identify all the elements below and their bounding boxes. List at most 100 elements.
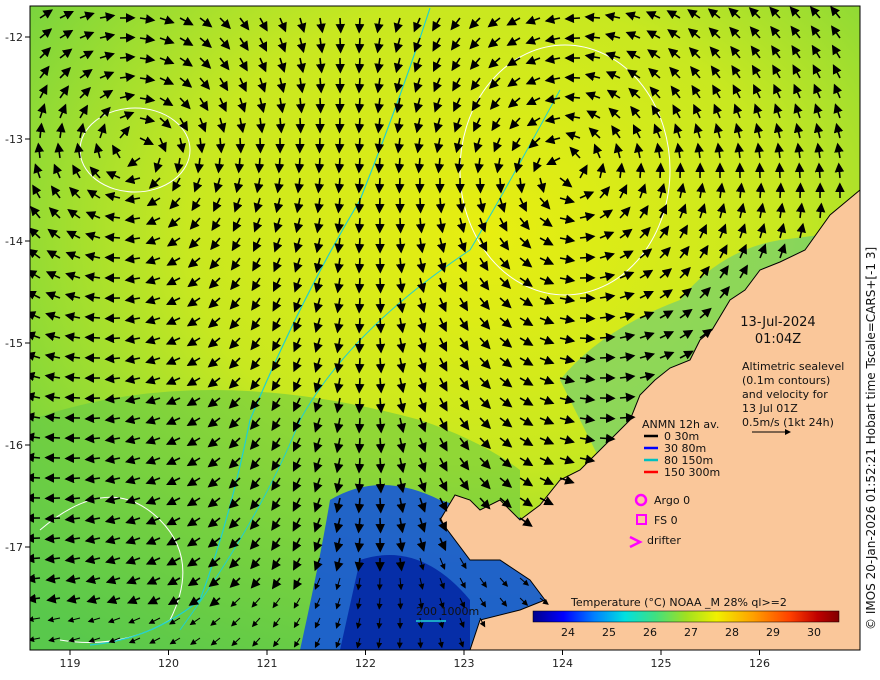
velocity-arrow: [354, 397, 365, 414]
velocity-arrow: [84, 332, 101, 343]
velocity-arrow: [584, 12, 601, 23]
colorbar-gradient: [532, 610, 840, 623]
velocity-arrow: [374, 197, 385, 214]
info-line: (0.1m contours): [742, 374, 830, 387]
argo-label: Argo 0: [654, 494, 690, 507]
y-tick-label: -13: [5, 133, 23, 146]
x-tick-label: 124: [552, 657, 573, 670]
plot-area: [30, 6, 860, 650]
velocity-arrow: [375, 357, 386, 374]
velocity-arrow: [104, 333, 121, 344]
velocity-arrow: [375, 437, 386, 454]
velocity-arrow: [374, 157, 385, 174]
velocity-arrow: [334, 157, 345, 174]
velocity-arrow: [335, 37, 346, 54]
velocity-arrow: [235, 137, 246, 154]
velocity-arrow: [104, 313, 121, 324]
velocity-arrow: [64, 473, 81, 484]
velocity-arrow: [354, 337, 365, 354]
velocity-arrow: [579, 333, 596, 344]
colorbar-title: Temperature (°C) NOAA _M 28% ql>=2: [570, 596, 787, 609]
velocity-arrow: [599, 433, 616, 444]
velocity-arrow: [104, 232, 121, 243]
velocity-arrow: [354, 17, 365, 34]
x-tick-label: 122: [355, 657, 376, 670]
velocity-arrow: [354, 317, 365, 334]
velocity-arrow: [755, 182, 766, 199]
x-tick-label: 126: [749, 657, 770, 670]
colorbar-tick-label: 26: [643, 626, 657, 639]
colorbar-tick-label: 30: [807, 626, 821, 639]
info-line: and velocity for: [742, 388, 828, 401]
velocity-arrow: [30, 553, 41, 564]
velocity-arrow: [44, 513, 61, 524]
fs-label: FS 0: [654, 514, 678, 527]
velocity-arrow: [655, 162, 666, 179]
velocity-arrow: [354, 417, 365, 434]
velocity-arrow: [775, 182, 786, 199]
velocity-arrow: [374, 177, 385, 194]
velocity-arrow: [599, 352, 616, 363]
velocity-arrow: [774, 162, 785, 179]
colorbar-tick-label: 24: [561, 626, 575, 639]
info-line: 0.5m/s (1kt 24h): [742, 416, 834, 429]
velocity-arrow: [564, 13, 581, 24]
velocity-arrow: [354, 357, 365, 374]
time-label: 01:04Z: [755, 332, 801, 347]
velocity-arrow: [415, 197, 426, 214]
velocity-arrow: [395, 217, 406, 234]
x-tick-label: 123: [454, 657, 475, 670]
velocity-arrow: [295, 117, 306, 134]
velocity-arrow: [814, 162, 825, 179]
velocity-arrow: [375, 297, 386, 314]
velocity-arrow: [599, 413, 616, 424]
velocity-arrow: [354, 277, 365, 294]
velocity-arrow: [354, 297, 365, 314]
velocity-arrow: [354, 57, 365, 74]
velocity-arrow: [84, 393, 101, 404]
velocity-arrow: [354, 477, 365, 494]
velocity-arrow: [119, 32, 136, 43]
velocity-arrow: [334, 137, 345, 154]
velocity-arrow: [397, 597, 404, 610]
colorbar-tick-label: 27: [684, 626, 698, 639]
info-line: Altimetric sealevel: [742, 360, 844, 373]
velocity-arrow: [579, 252, 596, 263]
x-tick-label: 120: [158, 657, 179, 670]
mooring-legend-label: 150 300m: [664, 466, 720, 479]
velocity-arrow: [375, 457, 386, 474]
velocity-arrow: [375, 477, 386, 494]
bathy-label: 200 1000m: [416, 605, 479, 618]
x-tick-label: 121: [257, 657, 278, 670]
velocity-arrow: [495, 177, 506, 194]
y-tick-label: -17: [5, 541, 23, 554]
x-tick-label: 119: [60, 657, 81, 670]
velocity-arrow: [375, 317, 386, 334]
velocity-arrow: [354, 37, 365, 54]
velocity-arrow: [315, 97, 326, 114]
velocity-arrow: [375, 517, 386, 534]
velocity-arrow: [119, 52, 136, 63]
drifter-label: drifter: [647, 534, 681, 547]
velocity-arrow: [794, 162, 805, 179]
velocity-arrow: [354, 177, 365, 194]
velocity-arrow: [30, 472, 41, 483]
x-tick-label: 125: [651, 657, 672, 670]
velocity-arrow: [375, 277, 386, 294]
velocity-arrow: [354, 377, 365, 394]
velocity-arrow: [354, 237, 365, 254]
velocity-arrow: [314, 157, 325, 174]
velocity-arrow: [354, 437, 365, 454]
velocity-arrow: [395, 237, 406, 254]
credit-text: © IMOS 20-Jan-2026 01:52:21 Hobart time …: [864, 247, 878, 630]
velocity-arrow: [294, 157, 305, 174]
velocity-arrow: [354, 257, 365, 274]
colorbar-tick-label: 28: [725, 626, 739, 639]
velocity-arrow: [354, 157, 365, 174]
velocity-arrow: [564, 72, 581, 83]
y-tick-label: -12: [5, 31, 23, 44]
y-axis: -12 -13 -14 -15 -16 -17: [5, 31, 30, 554]
colorbar-tick-label: 29: [766, 626, 780, 639]
velocity-arrow: [64, 392, 81, 403]
velocity-arrow: [354, 457, 365, 474]
